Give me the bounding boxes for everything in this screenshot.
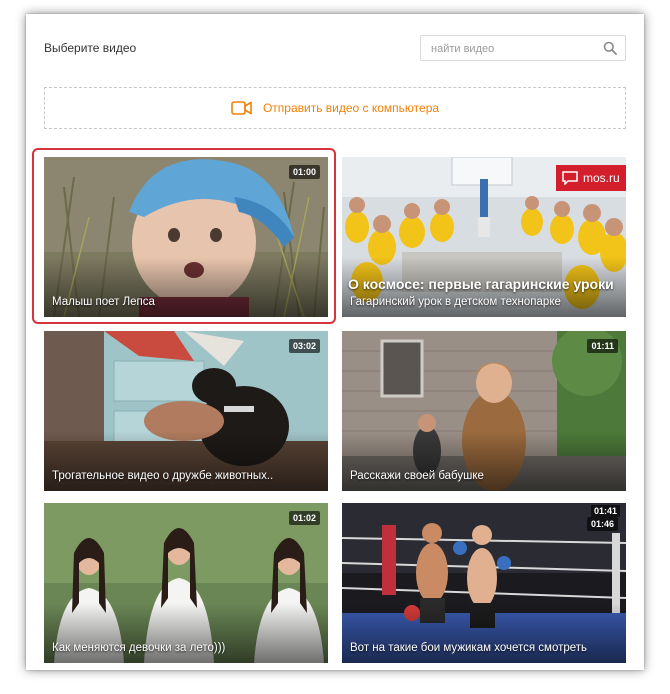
dialog-header: Выберите видео: [26, 14, 644, 82]
duration-badge: 01:02: [288, 511, 320, 525]
video-card[interactable]: 03:02 Трогательное видео о дружбе животн…: [44, 331, 328, 491]
duration-badge: 01:00: [288, 165, 320, 179]
video-card[interactable]: 01:02 Как меняются девочки за лето))): [44, 503, 328, 663]
title-gradient: [342, 603, 626, 663]
dialog-title: Выберите видео: [44, 41, 137, 55]
video-title: Расскажи своей бабушке: [350, 470, 484, 482]
title-gradient: [342, 431, 626, 491]
title-gradient: [44, 431, 328, 491]
duration-badge-secondary: 01:41: [590, 505, 620, 517]
channel-badge: mos.ru: [556, 165, 626, 191]
channel-badge-label: mos.ru: [583, 171, 620, 185]
search-box[interactable]: [420, 35, 626, 61]
video-camera-icon: [231, 101, 252, 115]
video-title: Трогательное видео о дружбе животных..: [52, 470, 274, 482]
video-overlay-headline: О космосе: первые гагаринские уроки: [348, 276, 614, 292]
video-card[interactable]: mos.ru О космосе: первые гагаринские уро…: [342, 157, 626, 317]
video-title: Как меняются девочки за лето))): [52, 642, 226, 654]
search-icon[interactable]: [603, 41, 617, 55]
duration-badge: 01:11: [587, 339, 618, 353]
video-card[interactable]: 01:41 01:46 Вот на такие бои мужикам хоч…: [342, 503, 626, 663]
video-title: Вот на такие бои мужикам хочется смотрет…: [350, 642, 588, 654]
video-title: Гагаринский урок в детском технопарке: [350, 296, 561, 308]
video-card[interactable]: 01:00 Малыш поет Лепса: [44, 157, 328, 317]
title-gradient: [44, 257, 328, 317]
duration-badge: 03:02: [288, 339, 320, 353]
duration-badge: 01:46: [586, 517, 618, 531]
video-card[interactable]: 01:11 Расскажи своей бабушке: [342, 331, 626, 491]
video-title: Малыш поет Лепса: [52, 296, 155, 308]
chat-icon: [562, 171, 578, 185]
upload-label: Отправить видео с компьютера: [262, 101, 440, 115]
search-input[interactable]: [429, 40, 603, 58]
title-gradient: [44, 603, 328, 663]
upload-from-computer-button[interactable]: Отправить видео с компьютера: [44, 87, 626, 129]
video-picker-dialog: Выберите видео Отправить видео с компьют…: [26, 14, 644, 670]
